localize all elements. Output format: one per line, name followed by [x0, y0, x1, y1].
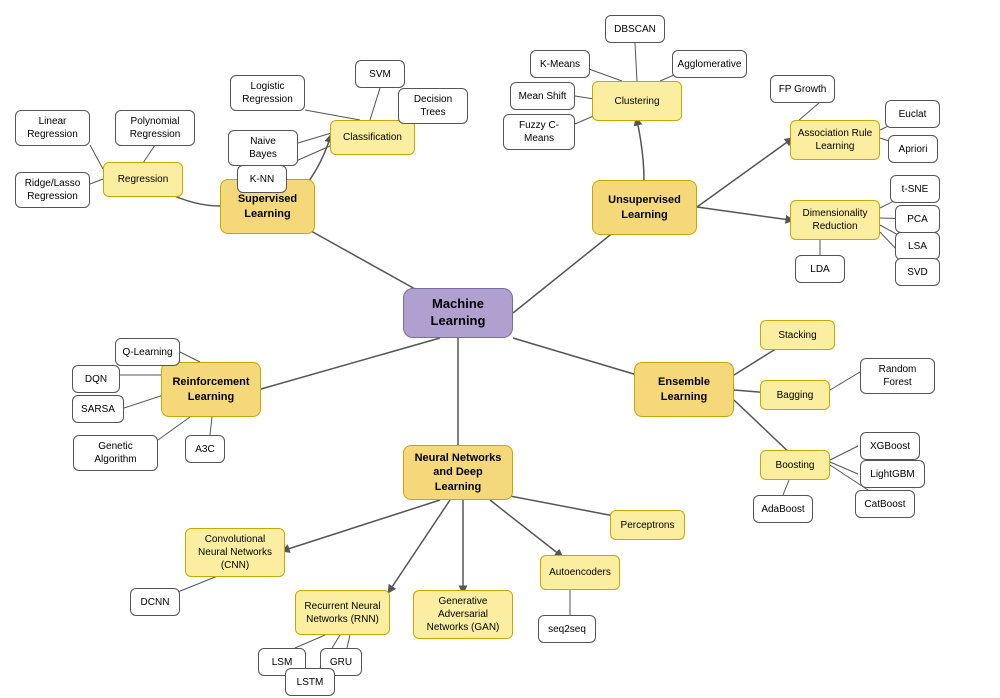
node-gan: Generative Adversarial Networks (GAN): [413, 590, 513, 639]
node-boosting: Boosting: [760, 450, 830, 480]
node-stacking: Stacking: [760, 320, 835, 350]
node-neural: Neural Networks and Deep Learning: [403, 445, 513, 500]
node-linear_reg: Linear Regression: [15, 110, 90, 146]
node-seq2seq: seq2seq: [538, 615, 596, 643]
node-xgboost: XGBoost: [860, 432, 920, 460]
node-poly_reg: Polynomial Regression: [115, 110, 195, 146]
node-machine_learning: Machine Learning: [403, 288, 513, 338]
node-apriori: Apriori: [888, 135, 938, 163]
node-perceptrons: Perceptrons: [610, 510, 685, 540]
node-lstm: LSTM: [285, 668, 335, 696]
node-rnn: Recurrent Neural Networks (RNN): [295, 590, 390, 635]
node-classification: Classification: [330, 120, 415, 155]
node-lsa: LSA: [895, 232, 940, 260]
node-catboost: CatBoost: [855, 490, 915, 518]
node-autoencoders: Autoencoders: [540, 555, 620, 590]
node-pca: PCA: [895, 205, 940, 233]
node-dim_reduction: Dimensionality Reduction: [790, 200, 880, 240]
node-agglomerative: Agglomerative: [672, 50, 747, 78]
node-fuzzy: Fuzzy C-Means: [503, 114, 575, 150]
node-cnn: Convolutional Neural Networks (CNN): [185, 528, 285, 577]
node-mean_shift: Mean Shift: [510, 82, 575, 110]
node-euclat: Euclat: [885, 100, 940, 128]
node-decision_trees: Decision Trees: [398, 88, 468, 124]
node-ridge_lasso: Ridge/Lasso Regression: [15, 172, 90, 208]
node-q_learning: Q-Learning: [115, 338, 180, 366]
node-unsupervised: Unsupervised Learning: [592, 180, 697, 235]
node-random_forest: Random Forest: [860, 358, 935, 394]
node-lda: LDA: [795, 255, 845, 283]
node-clustering: Clustering: [592, 81, 682, 121]
node-dqn: DQN: [72, 365, 120, 393]
node-regression: Regression: [103, 162, 183, 197]
node-bagging: Bagging: [760, 380, 830, 410]
node-adaboost: AdaBoost: [753, 495, 813, 523]
node-dcnn: DCNN: [130, 588, 180, 616]
node-naive_bayes: Naive Bayes: [228, 130, 298, 166]
node-genetic: Genetic Algorithm: [73, 435, 158, 471]
node-dbscan: DBSCAN: [605, 15, 665, 43]
node-reinforcement: Reinforcement Learning: [161, 362, 261, 417]
node-svm: SVM: [355, 60, 405, 88]
node-sarsa: SARSA: [72, 395, 124, 423]
node-assoc_rule: Association Rule Learning: [790, 120, 880, 160]
node-lightgbm: LightGBM: [860, 460, 925, 488]
node-svd: SVD: [895, 258, 940, 286]
node-ensemble: Ensemble Learning: [634, 362, 734, 417]
node-fp_growth: FP Growth: [770, 75, 835, 103]
node-tsne: t-SNE: [890, 175, 940, 203]
node-kmeans: K-Means: [530, 50, 590, 78]
node-logistic_reg: Logistic Regression: [230, 75, 305, 111]
node-a3c: A3C: [185, 435, 225, 463]
node-knn: K-NN: [237, 165, 287, 193]
mindmap-canvas: Machine LearningSupervised LearningUnsup…: [0, 0, 1000, 698]
